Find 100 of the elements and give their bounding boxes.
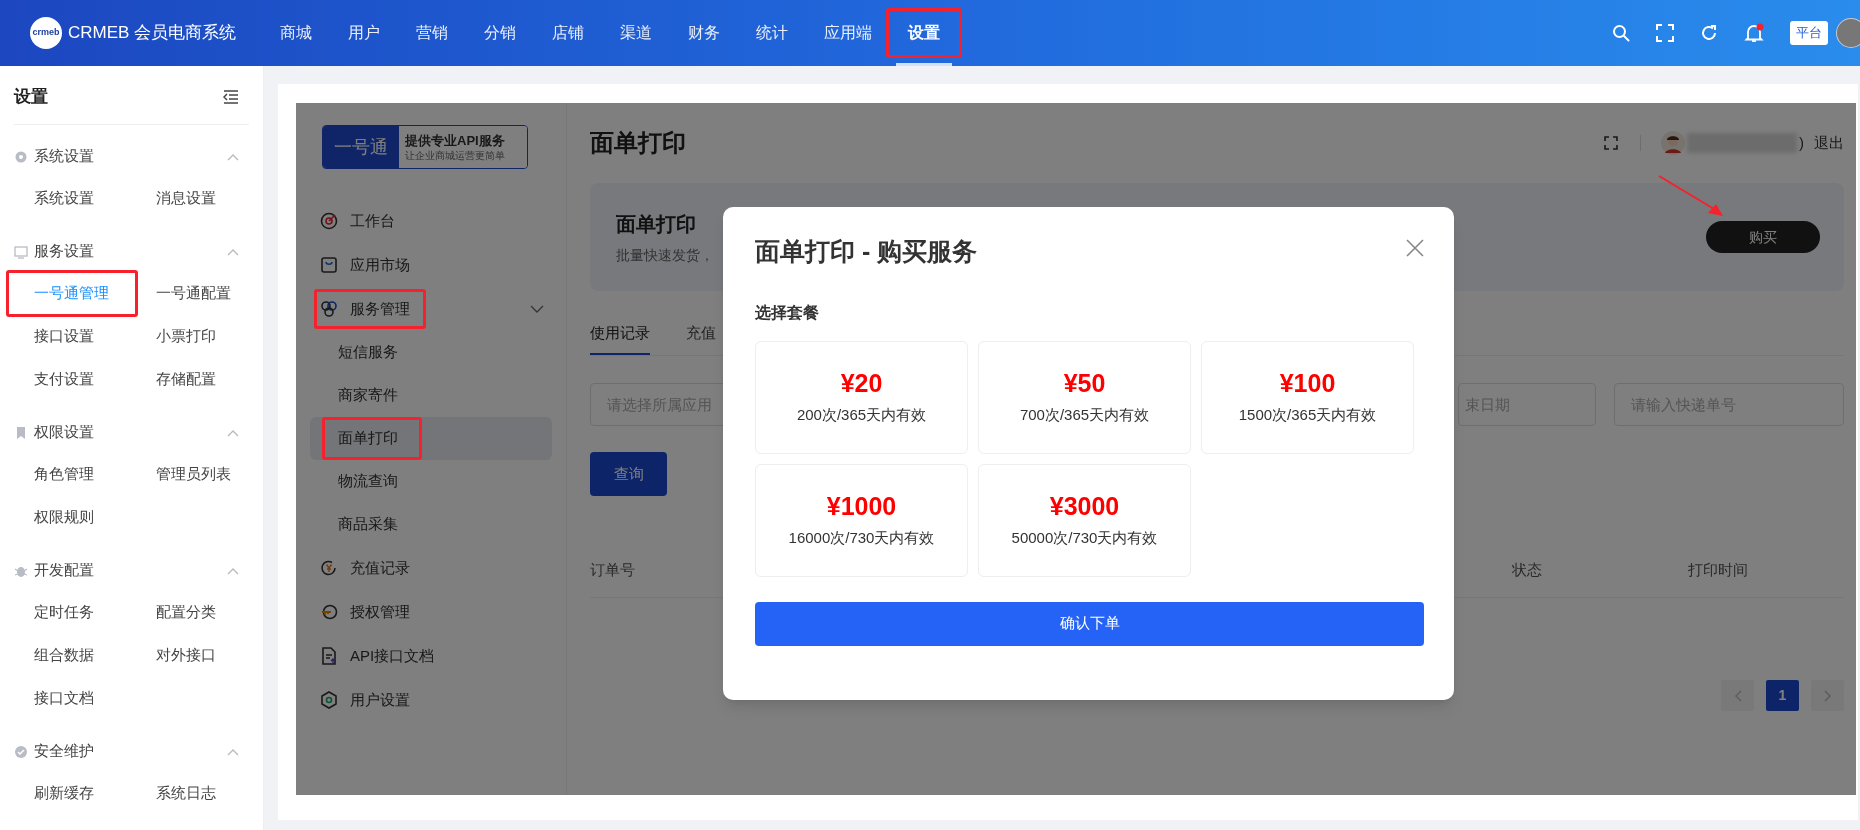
- sidebar-link[interactable]: 系统日志: [156, 781, 216, 805]
- chevron-right-icon: [1823, 689, 1832, 702]
- package-price: ¥1000: [826, 490, 897, 521]
- package-option[interactable]: ¥20 200次/365天内有效: [755, 340, 968, 454]
- next-page-button[interactable]: [1811, 680, 1844, 711]
- submenu-item[interactable]: 面单打印: [310, 417, 552, 460]
- menu-item[interactable]: 授权管理: [310, 590, 552, 634]
- submenu-item[interactable]: 商品采集: [310, 503, 552, 546]
- annotation-arrow: [1658, 175, 1723, 216]
- sidebar-link[interactable]: 组合数据: [34, 643, 94, 667]
- nav-tab[interactable]: 商城: [262, 0, 330, 66]
- nav-tab[interactable]: 统计: [738, 0, 806, 66]
- chevron-left-icon: [1733, 689, 1742, 702]
- buy-button[interactable]: 购买: [1706, 221, 1820, 253]
- nav-tab[interactable]: 设置: [890, 0, 958, 66]
- username-suffix: ): [1799, 132, 1804, 153]
- package-option[interactable]: ¥3000 50000次/730天内有效: [978, 463, 1191, 577]
- sidebar-section-title[interactable]: 系统设置: [34, 145, 94, 168]
- package-price: ¥3000: [1049, 490, 1120, 521]
- bell-icon: [1744, 23, 1764, 43]
- sidebar-link[interactable]: 刷新缓存: [34, 781, 94, 805]
- nav-tab[interactable]: 营销: [398, 0, 466, 66]
- sidebar-link[interactable]: 配置分类: [156, 600, 216, 624]
- query-button[interactable]: 查询: [590, 452, 667, 496]
- package-description: 1500次/365天内有效: [1238, 404, 1377, 425]
- confirm-order-button[interactable]: 确认下单: [755, 601, 1424, 646]
- sidebar-link[interactable]: 系统设置: [34, 186, 94, 210]
- tab[interactable]: 使用记录: [590, 313, 650, 355]
- tab[interactable]: 充值: [686, 313, 716, 355]
- menu-item[interactable]: 工作台: [310, 199, 552, 243]
- sidebar-link[interactable]: 接口文档: [34, 686, 94, 710]
- package-description: 16000次/730天内有效: [788, 527, 935, 548]
- yen-clock-icon: [320, 559, 338, 577]
- menu-item[interactable]: 充值记录: [310, 546, 552, 590]
- sidebar-link[interactable]: 小票打印: [156, 324, 216, 348]
- sidebar-section-title[interactable]: 安全维护: [34, 740, 94, 763]
- close-icon: [1406, 239, 1424, 257]
- page-button[interactable]: 1: [1766, 680, 1799, 711]
- sidebar-link[interactable]: 一号通配置: [156, 281, 231, 305]
- avatar[interactable]: [1836, 18, 1860, 48]
- sidebar-link[interactable]: 管理员列表: [156, 462, 231, 486]
- bookmark-icon: [14, 425, 28, 440]
- sidebar-link[interactable]: 支付设置: [34, 367, 94, 391]
- sidebar-link[interactable]: 角色管理: [34, 462, 94, 486]
- column-header: 状态: [1512, 560, 1543, 581]
- cluster-icon: [320, 300, 338, 318]
- sidebar-link[interactable]: 一号通管理: [34, 281, 109, 305]
- page-title: 面单打印: [590, 128, 686, 158]
- nav-tab[interactable]: 财务: [670, 0, 738, 66]
- logout-link[interactable]: 退出: [1814, 131, 1844, 155]
- package-price: ¥50: [1063, 367, 1106, 398]
- menu-item[interactable]: 用户设置: [310, 678, 552, 722]
- logo-mark: crmeb: [30, 17, 62, 49]
- nav-tab[interactable]: 用户: [330, 0, 398, 66]
- fullscreen-icon: [1604, 136, 1618, 150]
- column-header: 打印时间: [1688, 560, 1749, 581]
- menu-item[interactable]: API接口文档: [310, 634, 552, 678]
- target-icon: [320, 212, 338, 230]
- fullscreen-icon: [1656, 24, 1674, 42]
- platform-badge[interactable]: 平台: [1790, 21, 1828, 45]
- submenu-item[interactable]: 物流查询: [310, 460, 552, 503]
- sidebar-link[interactable]: 存储配置: [156, 367, 216, 391]
- sidebar-link[interactable]: 权限规则: [34, 505, 94, 529]
- hexagon-icon: [320, 691, 338, 709]
- package-option[interactable]: ¥1000 16000次/730天内有效: [755, 463, 968, 577]
- refresh-icon: [1700, 24, 1718, 42]
- sidebar-link[interactable]: 定时任务: [34, 600, 94, 624]
- package-price: ¥100: [1279, 367, 1336, 398]
- close-button[interactable]: [1406, 239, 1424, 257]
- dialog-title: 面单打印 - 购买服务: [755, 236, 978, 267]
- brand-subtitle: 让企业商城运营更简单: [405, 148, 506, 162]
- sidebar-link[interactable]: 对外接口: [156, 643, 216, 667]
- submenu-item[interactable]: 商家寄件: [310, 374, 552, 417]
- nav-tab[interactable]: 渠道: [602, 0, 670, 66]
- sidebar-link[interactable]: 接口设置: [34, 324, 94, 348]
- logo-text: CRMEB 会员电商系统: [68, 22, 237, 45]
- search-icon: [1612, 24, 1630, 42]
- package-option[interactable]: ¥100 1500次/365天内有效: [1201, 340, 1414, 454]
- package-price: ¥20: [840, 367, 883, 398]
- package-description: 50000次/730天内有效: [1011, 527, 1158, 548]
- submenu-item[interactable]: 短信服务: [310, 331, 552, 374]
- user-avatar-icon: [1661, 131, 1685, 155]
- sidebar-section-title[interactable]: 开发配置: [34, 559, 94, 582]
- sidebar-section-title[interactable]: 服务设置: [34, 240, 94, 263]
- bag-icon: [320, 256, 338, 274]
- menu-item[interactable]: 应用市场: [310, 243, 552, 287]
- section-label: 选择套餐: [755, 302, 820, 323]
- banner-description: 批量快速发货，: [616, 245, 714, 265]
- nav-tab[interactable]: 应用端: [806, 0, 890, 66]
- sidebar-section-title[interactable]: 权限设置: [34, 421, 94, 444]
- package-option[interactable]: ¥50 700次/365天内有效: [978, 340, 1191, 454]
- nav-tab[interactable]: 店铺: [534, 0, 602, 66]
- column-header: 订单号: [590, 560, 636, 581]
- collapse-menu-icon: [223, 89, 239, 104]
- previous-page-button[interactable]: [1721, 680, 1754, 711]
- menu-item[interactable]: 服务管理: [310, 287, 552, 331]
- gear-icon: [14, 149, 28, 164]
- document-icon: [320, 647, 338, 665]
- sidebar-link[interactable]: 消息设置: [156, 186, 216, 210]
- nav-tab[interactable]: 分销: [466, 0, 534, 66]
